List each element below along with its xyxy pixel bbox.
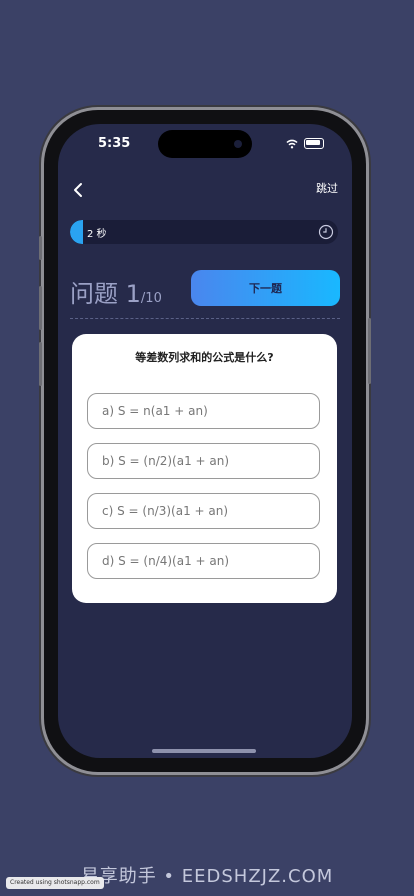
answer-option-d[interactable]: d) S = (n/4)(a1 + an): [87, 543, 320, 579]
next-question-button[interactable]: 下一题: [191, 270, 340, 306]
question-counter-title: 问题: [70, 280, 118, 308]
timer-progress-fill: [70, 220, 83, 244]
timer-bar: 2 秒: [70, 220, 338, 244]
question-text: 等差数列求和的公式是什么?: [135, 351, 274, 364]
wifi-icon: [286, 139, 298, 148]
question-counter-total: /10: [140, 291, 162, 306]
status-time: 5:35: [98, 136, 131, 151]
mute-switch: [39, 236, 42, 260]
question-counter-current: 1: [125, 280, 141, 308]
volume-up-button: [39, 286, 42, 330]
skip-button[interactable]: 跳过: [316, 180, 338, 196]
power-button: [368, 318, 371, 384]
status-icons: [286, 138, 324, 149]
back-button[interactable]: [66, 178, 90, 202]
home-indicator: [152, 749, 256, 753]
answer-option-b[interactable]: b) S = (n/2)(a1 + an): [87, 443, 320, 479]
volume-down-button: [39, 342, 42, 386]
dynamic-island: [158, 130, 252, 158]
shotsnapp-badge: Created using shotsnapp.com: [6, 877, 104, 889]
chevron-left-icon: [74, 183, 82, 197]
divider: [70, 318, 340, 319]
app-screen: 5:35 跳过 2 秒 问题 1/10 下一题 等差数列求和的公式是什么? a)…: [58, 124, 352, 758]
timer-label: 2 秒: [87, 229, 107, 240]
answer-option-c[interactable]: c) S = (n/3)(a1 + an): [87, 493, 320, 529]
clock-icon: [318, 224, 334, 240]
question-card: 等差数列求和的公式是什么? a) S = n(a1 + an) b) S = (…: [72, 334, 337, 603]
camera-icon: [234, 140, 242, 148]
battery-icon: [304, 138, 324, 149]
question-counter: 问题 1/10: [70, 274, 162, 309]
answer-option-a[interactable]: a) S = n(a1 + an): [87, 393, 320, 429]
